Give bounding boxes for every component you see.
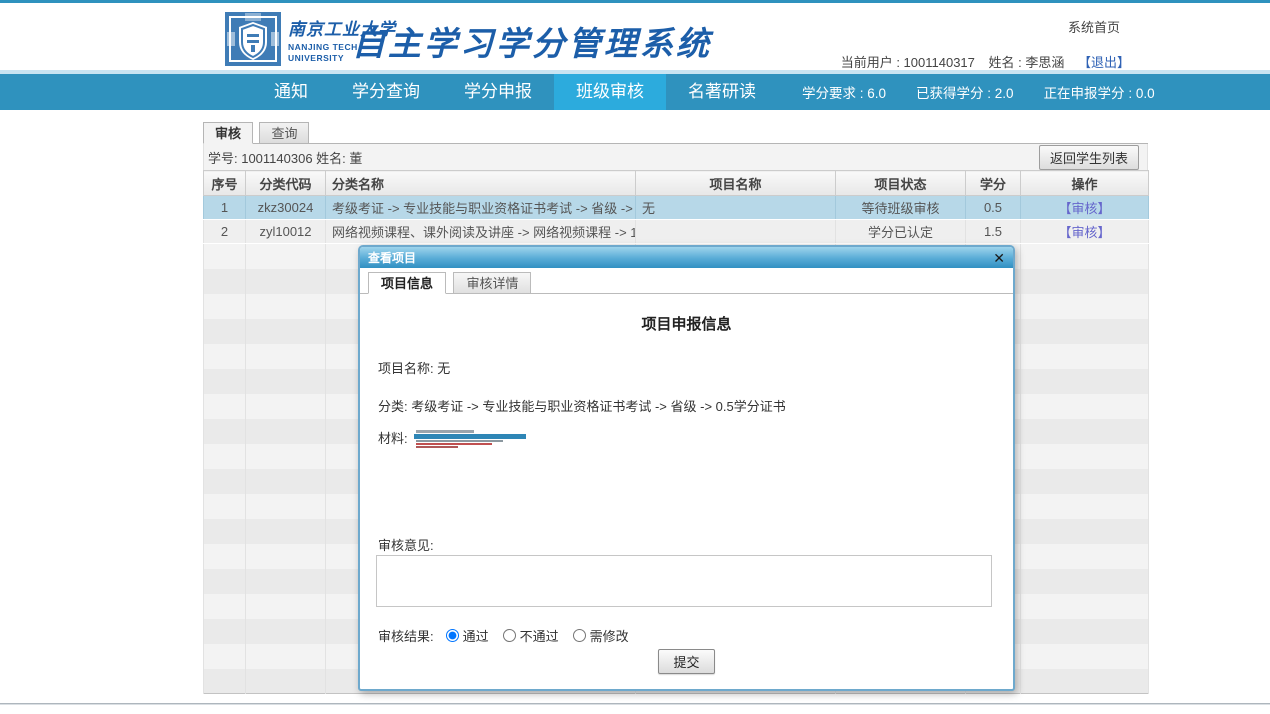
university-seal-icon bbox=[225, 12, 281, 66]
submit-button[interactable]: 提交 bbox=[658, 649, 714, 674]
table-row[interactable]: 2 zyl10012 网络视频课程、课外阅读及讲座 -> 网络视频课程 -> 1… bbox=[204, 220, 1149, 244]
radio-option-revise[interactable]: 需修改 bbox=[573, 626, 629, 645]
header: 南京工业大学 NANJING TECH UNIVERSITY 自主学习学分管理系… bbox=[0, 3, 1270, 70]
col-header-code: 分类代码 bbox=[246, 171, 326, 196]
nav-credit-stats: 学分要求 : 6.0 已获得学分 : 2.0 正在申报学分 : 0.0 bbox=[802, 82, 1185, 102]
radio-fail-input[interactable] bbox=[503, 629, 516, 642]
col-header-status: 项目状态 bbox=[836, 171, 966, 196]
review-result-row: 审核结果: 通过 不通过 需修改 bbox=[378, 626, 643, 645]
material-label: 材料: bbox=[378, 428, 408, 447]
view-project-modal: 查看项目 ✕ 项目信息 审核详情 项目申报信息 项目名称: 无 分类: 考级考证… bbox=[358, 245, 1015, 691]
stat-credit-pending: 正在申报学分 : 0.0 bbox=[1044, 82, 1155, 102]
modal-titlebar: 查看项目 ✕ bbox=[360, 247, 1013, 268]
stat-credit-earned: 已获得学分 : 2.0 bbox=[916, 82, 1014, 102]
nav-item-notice[interactable]: 通知 bbox=[252, 74, 330, 110]
close-icon[interactable]: ✕ bbox=[993, 251, 1005, 265]
page-bottom-divider bbox=[0, 703, 1270, 705]
back-to-student-list-button[interactable]: 返回学生列表 bbox=[1039, 145, 1139, 170]
review-comment-label: 审核意见: bbox=[378, 535, 434, 554]
modal-heading: 项目申报信息 bbox=[360, 313, 1013, 334]
review-comment-textarea[interactable] bbox=[376, 555, 992, 607]
modal-tab-project-info[interactable]: 项目信息 bbox=[368, 272, 446, 294]
category-line: 分类: 考级考证 -> 专业技能与职业资格证书考试 -> 省级 -> 0.5学分… bbox=[378, 396, 786, 415]
tab-review[interactable]: 审核 bbox=[203, 122, 253, 144]
col-header-action: 操作 bbox=[1021, 171, 1149, 196]
user-name: 姓名 : 李思涵 bbox=[989, 55, 1065, 70]
main-nav: 通知 学分查询 学分申报 班级审核 名著研读 学分要求 : 6.0 已获得学分 … bbox=[0, 74, 1270, 110]
table-body: 1 zkz30024 考级考证 -> 专业技能与职业资格证书考试 -> 省级 -… bbox=[204, 196, 1149, 244]
project-name-line: 项目名称: 无 bbox=[378, 358, 450, 377]
radio-revise-input[interactable] bbox=[573, 629, 586, 642]
logout-link[interactable]: 【退出】 bbox=[1078, 55, 1130, 70]
system-title: 自主学习学分管理系统 bbox=[352, 17, 712, 65]
submit-row: 提交 bbox=[360, 649, 1013, 674]
nav-item-class-review[interactable]: 班级审核 bbox=[554, 74, 666, 110]
review-action-link[interactable]: 【审核】 bbox=[1058, 201, 1110, 216]
stat-credit-required: 学分要求 : 6.0 bbox=[802, 82, 886, 102]
col-header-credit: 学分 bbox=[966, 171, 1021, 196]
student-bar: 学号: 1001140306 姓名: 董 返回学生列表 bbox=[203, 144, 1148, 170]
table-header-row: 序号 分类代码 分类名称 项目名称 项目状态 学分 操作 bbox=[204, 171, 1149, 196]
modal-body: 项目信息 审核详情 项目申报信息 项目名称: 无 分类: 考级考证 -> 专业技… bbox=[360, 268, 1013, 691]
home-link[interactable]: 系统首页 bbox=[1068, 17, 1120, 36]
nav-item-credit-declare[interactable]: 学分申报 bbox=[442, 74, 554, 110]
header-right: 系统首页 当前用户 : 1001140317 姓名 : 李思涵 【退出】 bbox=[831, 17, 1130, 71]
radio-option-pass[interactable]: 通过 bbox=[446, 626, 489, 645]
result-radio-group: 通过 不通过 需修改 bbox=[446, 626, 643, 645]
current-user: 当前用户 : 1001140317 bbox=[841, 55, 975, 70]
review-action-link[interactable]: 【审核】 bbox=[1058, 225, 1110, 240]
content-tab-row: 审核 查询 bbox=[203, 122, 1148, 144]
col-header-category: 分类名称 bbox=[326, 171, 636, 196]
modal-tab-row: 项目信息 审核详情 bbox=[360, 268, 1013, 294]
nav-item-famous-works[interactable]: 名著研读 bbox=[666, 74, 778, 110]
material-row: 材料: bbox=[378, 428, 526, 462]
modal-title: 查看项目 bbox=[368, 249, 993, 266]
material-thumbnail-image[interactable] bbox=[414, 428, 526, 462]
tab-query[interactable]: 查询 bbox=[259, 122, 309, 144]
student-info: 学号: 1001140306 姓名: 董 bbox=[208, 148, 1039, 167]
col-header-project: 项目名称 bbox=[636, 171, 836, 196]
review-result-label: 审核结果: bbox=[378, 626, 434, 645]
page: 南京工业大学 NANJING TECH UNIVERSITY 自主学习学分管理系… bbox=[0, 0, 1270, 714]
radio-option-fail[interactable]: 不通过 bbox=[503, 626, 559, 645]
table-row[interactable]: 1 zkz30024 考级考证 -> 专业技能与职业资格证书考试 -> 省级 -… bbox=[204, 196, 1149, 220]
nav-item-credit-query[interactable]: 学分查询 bbox=[330, 74, 442, 110]
user-info-line: 当前用户 : 1001140317 姓名 : 李思涵 【退出】 bbox=[831, 52, 1130, 71]
radio-pass-input[interactable] bbox=[446, 629, 459, 642]
modal-tab-review-detail[interactable]: 审核详情 bbox=[453, 272, 531, 294]
col-header-no: 序号 bbox=[204, 171, 246, 196]
